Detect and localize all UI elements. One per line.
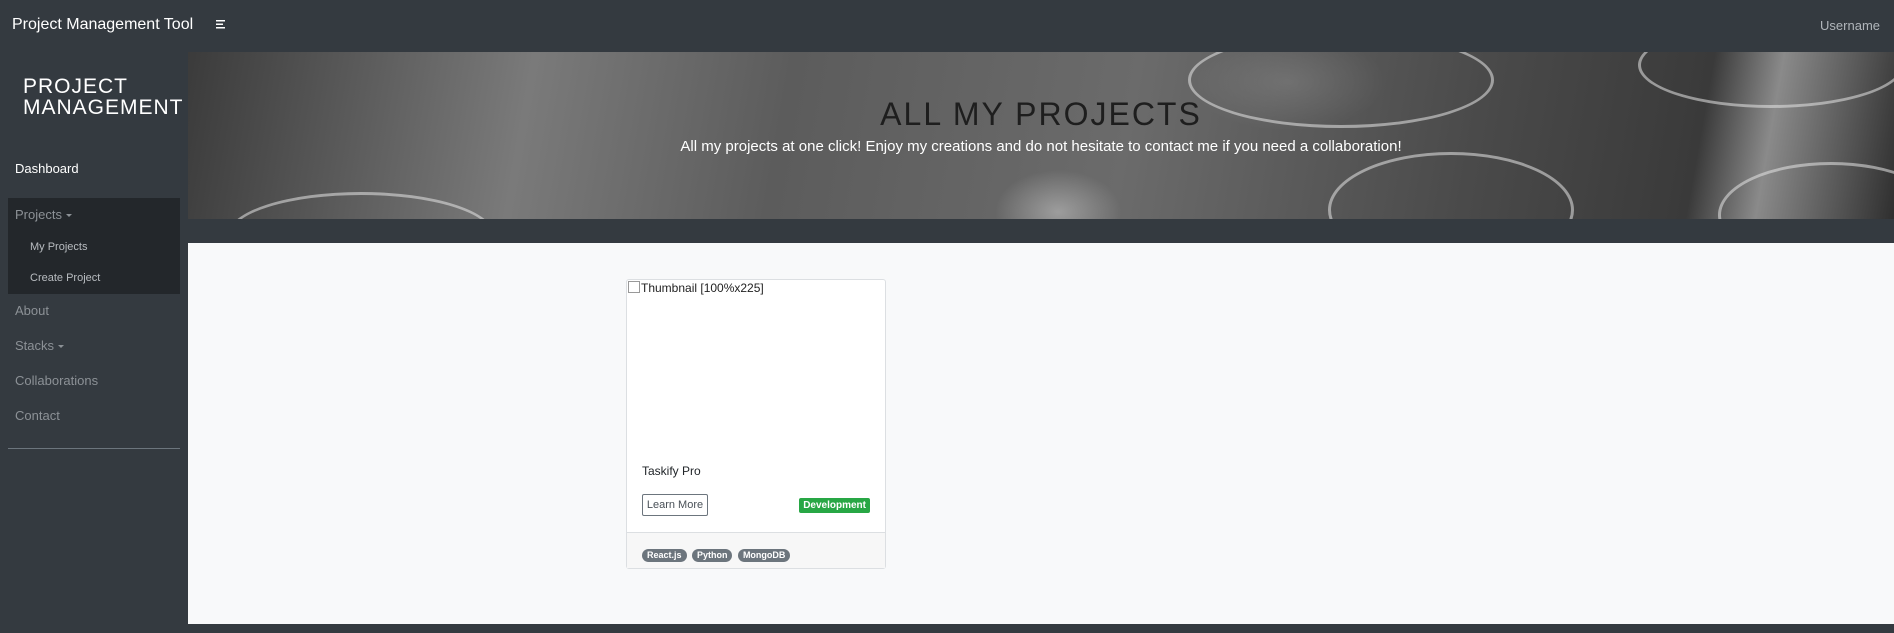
hero-title: ALL MY PROJECTS xyxy=(880,96,1202,132)
sidebar-item-about[interactable]: About xyxy=(15,303,49,318)
status-badge: Development xyxy=(799,498,870,513)
sidebar-item-stacks-label: Stacks xyxy=(15,338,55,353)
sidebar-item-dashboard[interactable]: Dashboard xyxy=(15,161,79,176)
sidebar-title: PROJECT MANAGEMENT xyxy=(23,76,184,118)
navbar-brand[interactable]: Project Management Tool xyxy=(12,16,193,34)
project-card: Thumbnail [100%x225] Taskify Pro Learn M… xyxy=(626,279,886,569)
top-navbar: Project Management Tool Username xyxy=(0,0,1894,52)
tech-tag: React.js xyxy=(642,549,687,562)
main-content: Thumbnail [100%x225] Taskify Pro Learn M… xyxy=(188,243,1894,624)
learn-more-button[interactable]: Learn More xyxy=(642,494,708,516)
sidebar-item-stacks[interactable]: Stacks xyxy=(15,338,65,353)
sidebar-subitem-my-projects[interactable]: My Projects xyxy=(30,241,87,253)
sidebar-title-line1: PROJECT xyxy=(23,75,129,98)
hero-separator xyxy=(188,219,1894,243)
chalk-circle xyxy=(1718,162,1894,219)
sidebar-item-collaborations[interactable]: Collaborations xyxy=(15,373,98,388)
tech-tags: React.js Python MongoDB xyxy=(642,545,791,563)
caret-down-icon xyxy=(58,345,65,349)
chalk-circle xyxy=(1328,152,1574,219)
broken-image-icon xyxy=(628,281,640,293)
project-title: Taskify Pro xyxy=(642,464,701,478)
sidebar-title-line2: MANAGEMENT xyxy=(23,96,184,119)
sidebar-item-projects-label: Projects xyxy=(15,207,62,222)
hero-subtitle: All my projects at one click! Enjoy my c… xyxy=(680,138,1402,155)
project-thumbnail: Thumbnail [100%x225] xyxy=(627,280,885,450)
sidebar-divider xyxy=(8,448,180,449)
caret-down-icon xyxy=(65,214,72,218)
hero-banner: ALL MY PROJECTS All my projects at one c… xyxy=(188,52,1894,219)
thumbnail-alt-text: Thumbnail [100%x225] xyxy=(641,281,764,295)
sidebar-item-projects[interactable]: Projects xyxy=(15,207,72,222)
user-menu[interactable]: Username xyxy=(1820,18,1880,33)
tech-tag: Python xyxy=(691,549,733,562)
sidebar-item-contact[interactable]: Contact xyxy=(15,408,60,423)
chalk-circle xyxy=(228,192,494,219)
sidebar-toggle-icon[interactable] xyxy=(213,16,231,34)
tech-tag: MongoDB xyxy=(737,549,791,562)
sidebar-subitem-create-project[interactable]: Create Project xyxy=(30,272,100,284)
sidebar: PROJECT MANAGEMENT Dashboard Projects My… xyxy=(0,52,188,633)
page-footer-strip xyxy=(188,624,1894,633)
card-footer: React.js Python MongoDB xyxy=(627,532,885,568)
